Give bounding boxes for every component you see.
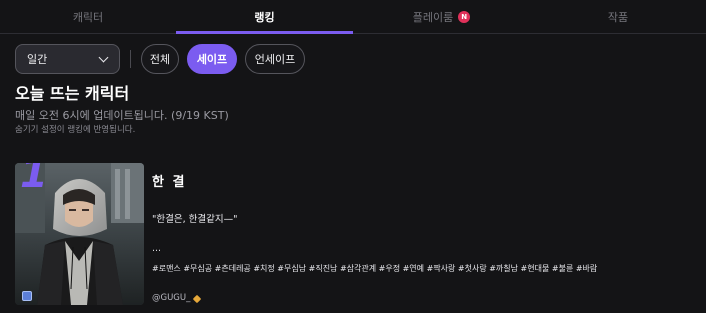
tab-ranking-label: 랭킹 [254,11,275,24]
filter-bar: 일간 전체 세이프 언세이프 [15,44,305,74]
character-name[interactable]: 한 결 [152,171,186,190]
author-link[interactable]: @GUGU_ [152,293,202,303]
period-dropdown[interactable]: 일간 [15,44,120,74]
hide-setting-note: 숨기기 설정이 랭킹에 반영됩니다. [15,125,136,135]
active-tab-indicator [176,31,353,34]
filter-chip-unsafe-label: 언세이프 [254,53,296,66]
image-icon [22,291,32,301]
character-description: ... [152,243,162,254]
tab-playroom[interactable]: 플레이룸 N [353,0,530,34]
chevron-down-icon [98,52,109,62]
update-info: 매일 오전 6시에 업데이트됩니다. (9/19 KST) [15,109,229,122]
character-tags: #로맨스 #무심공 #츤데레공 #치정 #무심남 #직진남 #삼각관계 #우정 … [152,264,598,273]
tab-ranking[interactable]: 랭킹 [176,0,353,34]
rank-number: 1 [20,163,48,197]
new-badge: N [458,11,471,23]
author-handle: @GUGU_ [152,293,191,303]
filter-chip-all[interactable]: 전체 [141,44,179,74]
tab-playroom-label: 플레이룸 [412,11,454,24]
tab-character-label: 캐릭터 [72,11,104,24]
period-dropdown-value: 일간 [27,53,48,66]
filter-chip-unsafe[interactable]: 언세이프 [245,44,305,74]
tab-works-label: 작품 [607,11,629,24]
filter-chip-safe-label: 세이프 [196,53,228,66]
tab-works[interactable]: 작품 [530,0,706,34]
tab-character[interactable]: 캐릭터 [0,0,176,34]
top-tab-bar: 캐릭터 랭킹 플레이룸 N 작품 [0,0,706,34]
character-quote: "한결은, 한결같지—" [152,214,238,225]
section-title: 오늘 뜨는 캐릭터 [15,84,130,103]
filter-chip-safe[interactable]: 세이프 [187,44,237,74]
character-thumbnail[interactable]: 1 [15,163,144,305]
gold-diamond-icon [193,294,202,303]
filter-chip-all-label: 전체 [149,53,171,66]
ranking-card[interactable]: 1 한 결 "한결은, 한결같지—" ... #로맨스 #무심공 #츤데레공 #… [15,163,705,313]
filter-divider [130,50,131,68]
